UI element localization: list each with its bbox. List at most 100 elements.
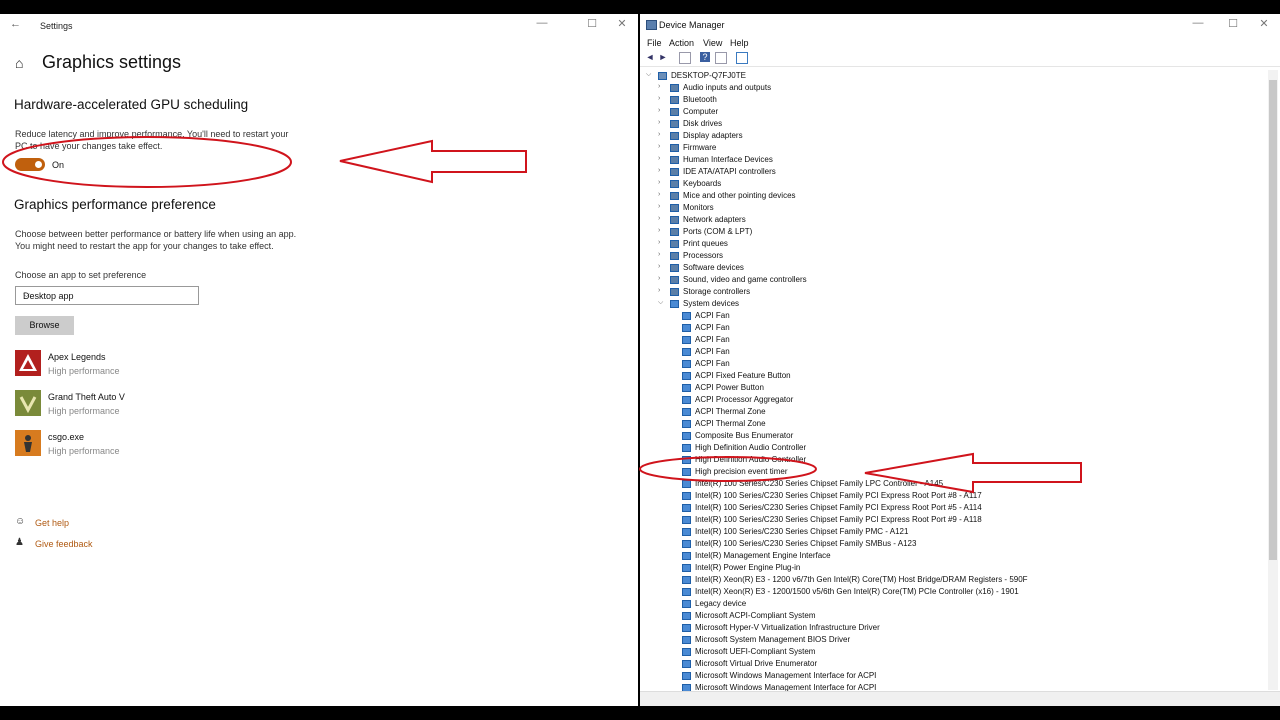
device-icon xyxy=(670,276,679,284)
scrollbar[interactable] xyxy=(1268,70,1278,690)
chevron-right-icon[interactable]: › xyxy=(658,239,660,246)
tree-label: Microsoft System Management BIOS Driver xyxy=(695,635,851,644)
update-driver-icon[interactable] xyxy=(715,52,727,64)
settings-titlebar: ← Settings — ☐ ✕ xyxy=(0,14,638,38)
device-icon xyxy=(682,396,691,404)
tree-label: Software devices xyxy=(683,263,744,272)
device-icon xyxy=(682,360,691,368)
tree-label: Audio inputs and outputs xyxy=(683,83,772,92)
tree-label: Microsoft Windows Management Interface f… xyxy=(695,671,877,680)
tree-label: Disk drives xyxy=(683,119,723,128)
chevron-right-icon[interactable]: › xyxy=(658,191,660,198)
device-icon xyxy=(682,468,691,476)
browse-button[interactable]: Browse xyxy=(15,316,74,335)
device-icon xyxy=(682,492,691,500)
device-icon xyxy=(682,432,691,440)
help-icon[interactable]: ? xyxy=(700,52,710,62)
perf-desc-line: You might need to restart the app for yo… xyxy=(15,241,274,251)
home-icon[interactable]: ⌂ xyxy=(15,55,23,71)
tree-label: ACPI Fan xyxy=(695,335,730,344)
chevron-right-icon[interactable]: › xyxy=(658,251,660,258)
chevron-right-icon[interactable]: › xyxy=(658,95,660,102)
chevron-right-icon[interactable]: › xyxy=(658,179,660,186)
tree-label: ACPI Fan xyxy=(695,311,730,320)
gpu-scheduling-toggle[interactable] xyxy=(15,158,45,171)
minimize-icon[interactable]: — xyxy=(532,17,552,29)
app-type-select[interactable]: Desktop app ⌵ xyxy=(15,286,199,305)
tree-label: Microsoft Hyper-V Virtualization Infrast… xyxy=(695,623,880,632)
tree-label: Firmware xyxy=(683,143,717,152)
monitor-icon[interactable] xyxy=(736,52,748,64)
chevron-down-icon[interactable]: ⌵ xyxy=(646,71,651,79)
device-icon xyxy=(670,300,679,308)
help-icon: ☺ xyxy=(15,516,26,527)
device-icon xyxy=(682,312,691,320)
back-icon[interactable]: ◄ xyxy=(645,52,655,62)
chevron-right-icon[interactable]: › xyxy=(658,131,660,138)
maximize-icon[interactable]: ☐ xyxy=(582,17,602,30)
chevron-right-icon[interactable]: › xyxy=(658,263,660,270)
app-perf: High performance xyxy=(48,406,120,416)
app-name[interactable]: Grand Theft Auto V xyxy=(48,392,125,402)
csgo-icon xyxy=(15,430,41,456)
device-icon xyxy=(682,372,691,380)
chevron-right-icon[interactable]: › xyxy=(658,107,660,114)
tree-label: Intel(R) 100 Series/C230 Series Chipset … xyxy=(695,515,982,524)
chevron-right-icon[interactable]: › xyxy=(658,155,660,162)
close-icon[interactable]: ✕ xyxy=(1254,17,1274,30)
tree-label: Network adapters xyxy=(683,215,746,224)
device-tree: ⌵ DESKTOP-Q7FJ0TE › Audio inputs and output… xyxy=(640,70,1266,702)
tree-label: ACPI Fixed Feature Button xyxy=(695,371,791,380)
device-icon xyxy=(682,672,691,680)
forward-icon[interactable]: ► xyxy=(658,52,668,62)
device-icon xyxy=(682,516,691,524)
device-icon xyxy=(682,444,691,452)
settings-window: ← Settings — ☐ ✕ ⌂ Graphics settings Har… xyxy=(0,14,638,706)
tree-label: Intel(R) Xeon(R) E3 - 1200 v6/7th Gen In… xyxy=(695,575,1028,584)
back-arrow-icon[interactable]: ← xyxy=(10,18,21,30)
chevron-right-icon[interactable]: › xyxy=(658,227,660,234)
tree-label: ACPI Thermal Zone xyxy=(695,407,766,416)
chevron-right-icon[interactable]: › xyxy=(658,203,660,210)
chevron-down-icon[interactable]: ⌵ xyxy=(658,299,663,307)
toggle-state-label: On xyxy=(52,160,65,170)
minimize-icon[interactable]: — xyxy=(1188,17,1208,29)
device-icon xyxy=(670,84,679,92)
device-icon xyxy=(670,96,679,104)
chevron-right-icon[interactable]: › xyxy=(658,119,660,126)
tree-label: Microsoft ACPI-Compliant System xyxy=(695,611,816,620)
close-icon[interactable]: ✕ xyxy=(612,17,632,30)
device-manager-window: Device Manager — ☐ ✕ File Action View He… xyxy=(640,14,1280,706)
maximize-icon[interactable]: ☐ xyxy=(1223,17,1243,30)
device-icon xyxy=(670,240,679,248)
menu-action[interactable]: Action xyxy=(669,38,694,48)
menu-file[interactable]: File xyxy=(647,38,662,48)
device-icon xyxy=(682,348,691,356)
choose-app-label: Choose an app to set preference xyxy=(15,270,147,280)
give-feedback-link[interactable]: Give feedback xyxy=(35,539,93,549)
tree-label: High precision event timer xyxy=(695,467,788,476)
properties-icon[interactable] xyxy=(679,52,691,64)
scrollbar-thumb[interactable] xyxy=(1269,80,1277,560)
chevron-right-icon[interactable]: › xyxy=(658,167,660,174)
chevron-right-icon[interactable]: › xyxy=(658,275,660,282)
device-icon xyxy=(682,588,691,596)
device-icon xyxy=(682,384,691,392)
app-name[interactable]: Apex Legends xyxy=(48,352,106,362)
app-name[interactable]: csgo.exe xyxy=(48,432,84,442)
device-icon xyxy=(670,228,679,236)
tree-label: DESKTOP-Q7FJ0TE xyxy=(671,71,746,80)
device-icon xyxy=(670,192,679,200)
tree-label: ACPI Fan xyxy=(695,359,730,368)
chevron-right-icon[interactable]: › xyxy=(658,215,660,222)
get-help-link[interactable]: Get help xyxy=(35,518,69,528)
tree-label: IDE ATA/ATAPI controllers xyxy=(683,167,776,176)
menu-view[interactable]: View xyxy=(703,38,722,48)
menu-help[interactable]: Help xyxy=(730,38,749,48)
tree-label: Intel(R) Management Engine Interface xyxy=(695,551,831,560)
chevron-right-icon[interactable]: › xyxy=(658,287,660,294)
tree-label: Monitors xyxy=(683,203,714,212)
chevron-right-icon[interactable]: › xyxy=(658,83,660,90)
app-perf: High performance xyxy=(48,446,120,456)
chevron-right-icon[interactable]: › xyxy=(658,143,660,150)
